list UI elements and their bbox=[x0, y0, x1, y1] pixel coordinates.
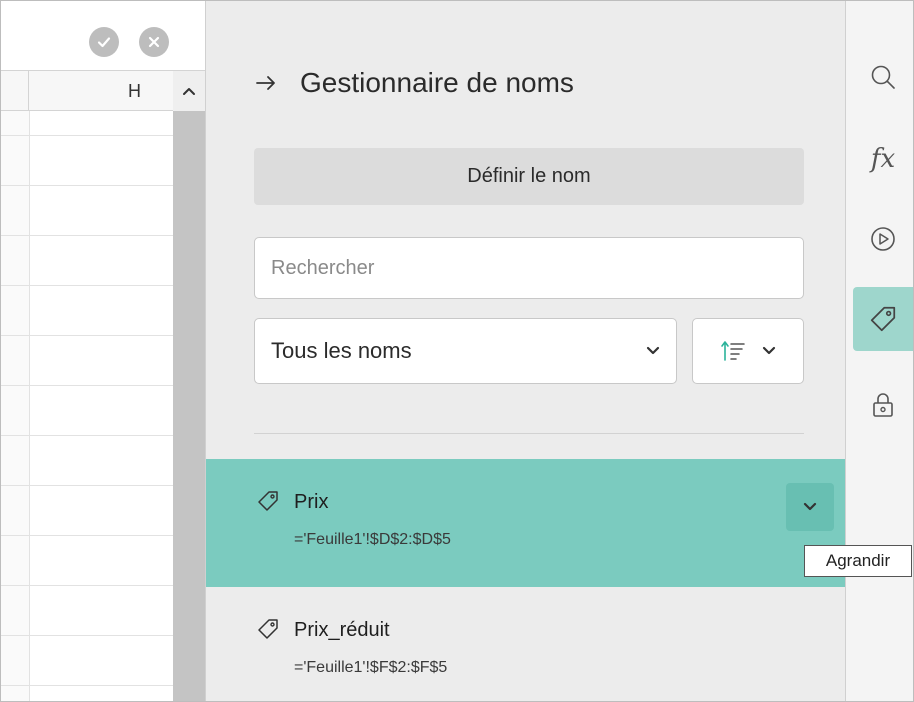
grid-row-line bbox=[1, 435, 173, 436]
search-icon bbox=[871, 65, 895, 89]
define-name-button[interactable]: Définir le nom bbox=[254, 148, 804, 205]
grid-column-line bbox=[29, 111, 30, 701]
tag-icon bbox=[870, 306, 896, 332]
search-field[interactable] bbox=[254, 237, 804, 299]
check-icon bbox=[97, 37, 111, 48]
sort-dropdown[interactable] bbox=[692, 318, 804, 384]
name-reference: ='Feuille1'!$F$2:$F$5 bbox=[294, 659, 448, 676]
grid-row-line bbox=[1, 385, 173, 386]
grid-row-line bbox=[1, 185, 173, 186]
scroll-up-button[interactable] bbox=[173, 71, 205, 111]
name-list-item[interactable]: Prix_réduit ='Feuille1'!$F$2:$F$5 bbox=[206, 587, 845, 702]
grid-row-line bbox=[1, 585, 173, 586]
cell-grid[interactable] bbox=[1, 111, 173, 701]
name-reference: ='Feuille1'!$D$2:$D$5 bbox=[294, 531, 451, 548]
column-h-header[interactable]: H bbox=[29, 71, 173, 111]
play-icon bbox=[871, 227, 895, 251]
search-input[interactable] bbox=[255, 238, 803, 298]
close-icon bbox=[148, 36, 160, 48]
grid-row-line bbox=[1, 235, 173, 236]
confirm-button[interactable] bbox=[89, 27, 119, 57]
function-tool-button[interactable]: fx bbox=[853, 127, 913, 191]
names-filter-dropdown[interactable]: Tous les noms bbox=[254, 318, 677, 384]
search-tool-button[interactable] bbox=[853, 45, 913, 109]
collapse-arrow-icon[interactable] bbox=[254, 71, 278, 95]
right-toolbar: fx bbox=[846, 1, 913, 701]
vertical-scrollbar[interactable] bbox=[173, 71, 205, 701]
sort-ascending-icon bbox=[721, 341, 745, 361]
grid-row-line bbox=[1, 635, 173, 636]
scrollbar-thumb[interactable] bbox=[173, 111, 205, 701]
expand-button[interactable] bbox=[786, 483, 834, 531]
row-header-stub bbox=[1, 71, 29, 111]
tag-icon bbox=[258, 619, 278, 639]
lock-icon bbox=[873, 393, 893, 417]
name-list-item[interactable]: Prix ='Feuille1'!$D$2:$D$5 bbox=[206, 459, 845, 587]
names-manager-tool-button[interactable] bbox=[853, 287, 913, 351]
row-header-column bbox=[1, 111, 29, 701]
grid-row-line bbox=[1, 135, 173, 136]
protection-tool-button[interactable] bbox=[853, 373, 913, 437]
tag-icon bbox=[258, 491, 278, 511]
function-icon: fx bbox=[870, 144, 896, 174]
panel-title: Gestionnaire de noms bbox=[300, 67, 574, 98]
grid-row-line bbox=[1, 285, 173, 286]
grid-row-line bbox=[1, 335, 173, 336]
panel-header: Gestionnaire de noms bbox=[254, 63, 574, 103]
grid-row-line bbox=[1, 685, 173, 686]
chevron-up-icon bbox=[183, 88, 195, 95]
macro-tool-button[interactable] bbox=[853, 207, 913, 271]
divider bbox=[254, 433, 804, 434]
chevron-down-icon bbox=[762, 346, 776, 355]
names-manager-panel: Gestionnaire de noms Définir le nom Tous… bbox=[205, 1, 846, 701]
formula-bar bbox=[1, 1, 205, 71]
spreadsheet-area: H bbox=[1, 1, 205, 701]
column-header: H bbox=[1, 71, 173, 111]
chevron-down-icon bbox=[803, 502, 817, 511]
filter-selected-value: Tous les noms bbox=[271, 338, 412, 363]
name-label: Prix_réduit bbox=[294, 619, 390, 641]
chevron-down-icon bbox=[646, 346, 660, 355]
name-label: Prix bbox=[294, 491, 329, 513]
grid-row-line bbox=[1, 485, 173, 486]
expand-tooltip: Agrandir bbox=[804, 545, 912, 577]
grid-row-line bbox=[1, 535, 173, 536]
cancel-button[interactable] bbox=[139, 27, 169, 57]
